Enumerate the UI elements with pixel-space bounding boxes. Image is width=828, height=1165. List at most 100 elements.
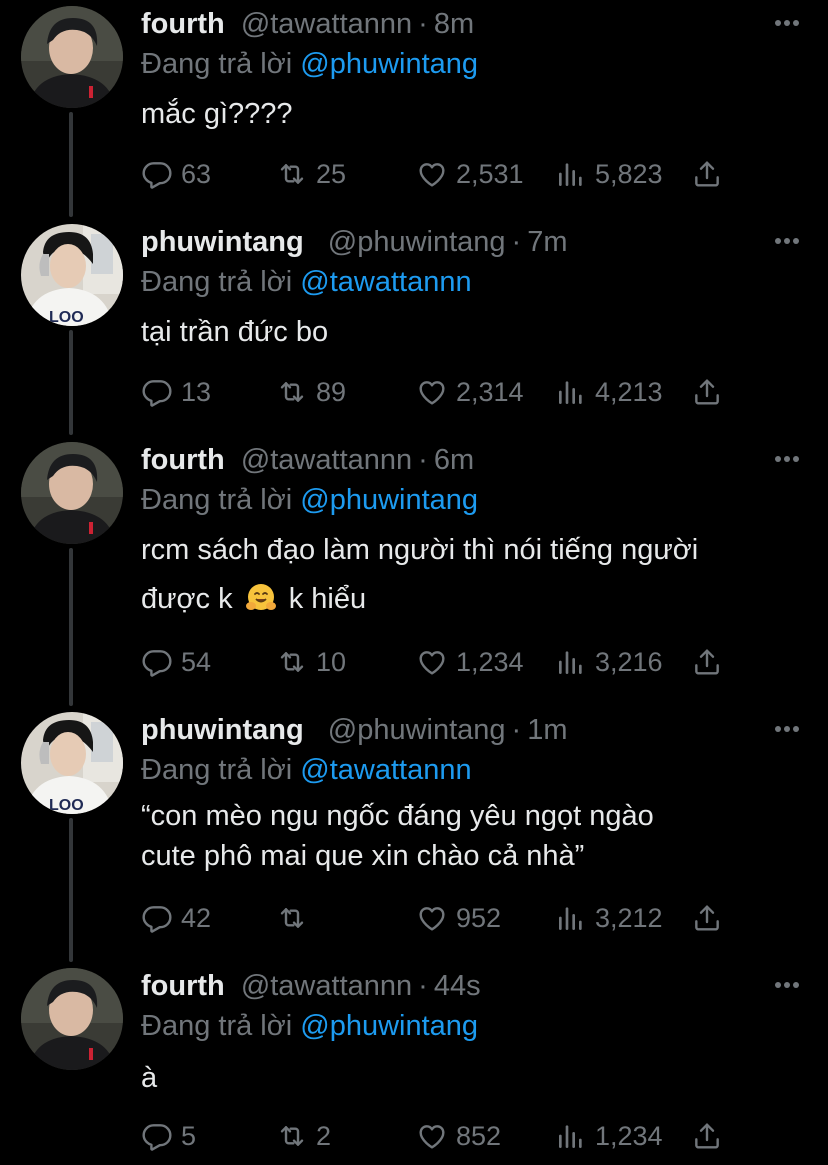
like-button[interactable]: 952 — [416, 898, 501, 938]
reply-button[interactable]: 5 — [141, 1116, 196, 1156]
author-name[interactable]: fourth — [141, 444, 225, 476]
views-button[interactable]: 1,234 — [555, 1116, 663, 1156]
separator-dot: · — [511, 714, 522, 746]
tweet-text: rcm sách đạo làm người thì nói tiếng ngư… — [141, 526, 791, 624]
thread-line — [69, 112, 73, 217]
action-bar: 54 10 1,234 3,216 — [141, 642, 731, 682]
tweet-header: phuwintang @phuwintang · 1m — [141, 710, 568, 750]
replying-to: Đang trả lời @phuwintang — [141, 480, 478, 520]
avatar[interactable] — [21, 442, 123, 544]
mention-link[interactable]: @phuwintang — [300, 484, 478, 516]
like-count: 952 — [456, 902, 502, 933]
reply-button[interactable]: 63 — [141, 154, 211, 194]
replying-to-label: Đang trả lời — [141, 1010, 293, 1042]
author-handle[interactable]: @tawattannn — [241, 970, 412, 1002]
retweet-button[interactable]: 2 — [276, 1116, 331, 1156]
share-button[interactable] — [691, 1116, 723, 1156]
more-options-icon[interactable] — [774, 724, 800, 734]
action-bar: 13 89 2,314 4,213 — [141, 372, 731, 412]
mention-link[interactable]: @tawattannn — [300, 754, 471, 786]
like-count: 1,234 — [456, 646, 524, 677]
more-options-icon[interactable] — [774, 980, 800, 990]
tweet-text: tại trần đức bo — [141, 316, 329, 348]
like-button[interactable]: 1,234 — [416, 642, 524, 682]
like-button[interactable]: 852 — [416, 1116, 501, 1156]
thread-line — [69, 330, 73, 435]
views-chart-icon — [555, 158, 587, 190]
replying-to-label: Đang trả lời — [141, 266, 293, 298]
share-upload-icon — [691, 902, 723, 934]
author-handle[interactable]: @tawattannn — [241, 444, 412, 476]
share-upload-icon — [691, 1120, 723, 1152]
timestamp[interactable]: 7m — [527, 226, 567, 258]
reply-button[interactable]: 42 — [141, 898, 211, 938]
share-button[interactable] — [691, 642, 723, 682]
reply-bubble-icon — [141, 1120, 173, 1152]
author-name[interactable]: phuwintang — [141, 226, 304, 258]
separator-dot: · — [418, 970, 428, 1002]
timestamp[interactable]: 8m — [434, 8, 474, 40]
like-button[interactable]: 2,531 — [416, 154, 524, 194]
heart-icon — [416, 902, 448, 934]
like-count: 2,531 — [456, 158, 524, 189]
mention-link[interactable]: @tawattannn — [300, 266, 471, 298]
timestamp[interactable]: 44s — [434, 970, 481, 1002]
retweet-icon — [276, 158, 308, 190]
avatar[interactable] — [21, 6, 123, 108]
more-options-icon[interactable] — [774, 454, 800, 464]
replying-to: Đang trả lời @tawattannn — [141, 262, 472, 302]
action-bar: 42 952 3,212 — [141, 898, 731, 938]
author-handle[interactable]: @tawattannn — [241, 8, 412, 40]
author-name[interactable]: phuwintang — [141, 714, 304, 746]
views-button[interactable]: 4,213 — [555, 372, 663, 412]
hugging-face-emoji — [245, 584, 276, 610]
views-button[interactable]: 3,212 — [555, 898, 663, 938]
like-count: 852 — [456, 1120, 502, 1151]
replying-to: Đang trả lời @phuwintang — [141, 1006, 478, 1046]
view-count: 4,213 — [595, 376, 663, 407]
heart-icon — [416, 646, 448, 678]
view-count: 5,823 — [595, 158, 663, 189]
retweet-icon — [276, 1120, 308, 1152]
retweet-button[interactable] — [276, 898, 316, 938]
mention-link[interactable]: @phuwintang — [300, 48, 478, 80]
author-handle[interactable]: @phuwintang — [328, 714, 506, 746]
author-handle[interactable]: @phuwintang — [328, 226, 506, 258]
reply-button[interactable]: 13 — [141, 372, 211, 412]
share-upload-icon — [691, 646, 723, 678]
retweet-button[interactable]: 89 — [276, 372, 346, 412]
reply-bubble-icon — [141, 646, 173, 678]
timestamp[interactable]: 1m — [527, 714, 567, 746]
retweet-button[interactable]: 25 — [276, 154, 346, 194]
reply-button[interactable]: 54 — [141, 642, 211, 682]
like-button[interactable]: 2,314 — [416, 372, 524, 412]
separator-dot: · — [511, 226, 522, 258]
avatar[interactable] — [21, 968, 123, 1070]
heart-icon — [416, 158, 448, 190]
tweet-text: à — [141, 1062, 158, 1094]
views-chart-icon — [555, 376, 587, 408]
author-name[interactable]: fourth — [141, 8, 225, 40]
share-button[interactable] — [691, 898, 723, 938]
mention-link[interactable]: @phuwintang — [300, 1010, 478, 1042]
replying-to: Đang trả lời @tawattannn — [141, 750, 472, 790]
tweet-text: mắc gì???? — [141, 98, 293, 130]
share-button[interactable] — [691, 154, 723, 194]
retweet-button[interactable]: 10 — [276, 642, 346, 682]
more-options-icon[interactable] — [774, 236, 800, 246]
views-button[interactable]: 5,823 — [555, 154, 663, 194]
action-bar: 63 25 2,531 5,823 — [141, 154, 731, 194]
share-button[interactable] — [691, 372, 723, 412]
tweet-text-line: k hiểu — [288, 583, 367, 615]
retweet-icon — [276, 902, 308, 934]
more-options-icon[interactable] — [774, 18, 800, 28]
author-name[interactable]: fourth — [141, 970, 225, 1002]
retweet-icon — [276, 376, 308, 408]
avatar[interactable] — [21, 712, 123, 814]
avatar[interactable] — [21, 224, 123, 326]
views-button[interactable]: 3,216 — [555, 642, 663, 682]
replying-to-label: Đang trả lời — [141, 48, 293, 80]
timestamp[interactable]: 6m — [434, 444, 474, 476]
replying-to-label: Đang trả lời — [141, 484, 293, 516]
like-count: 2,314 — [456, 376, 524, 407]
